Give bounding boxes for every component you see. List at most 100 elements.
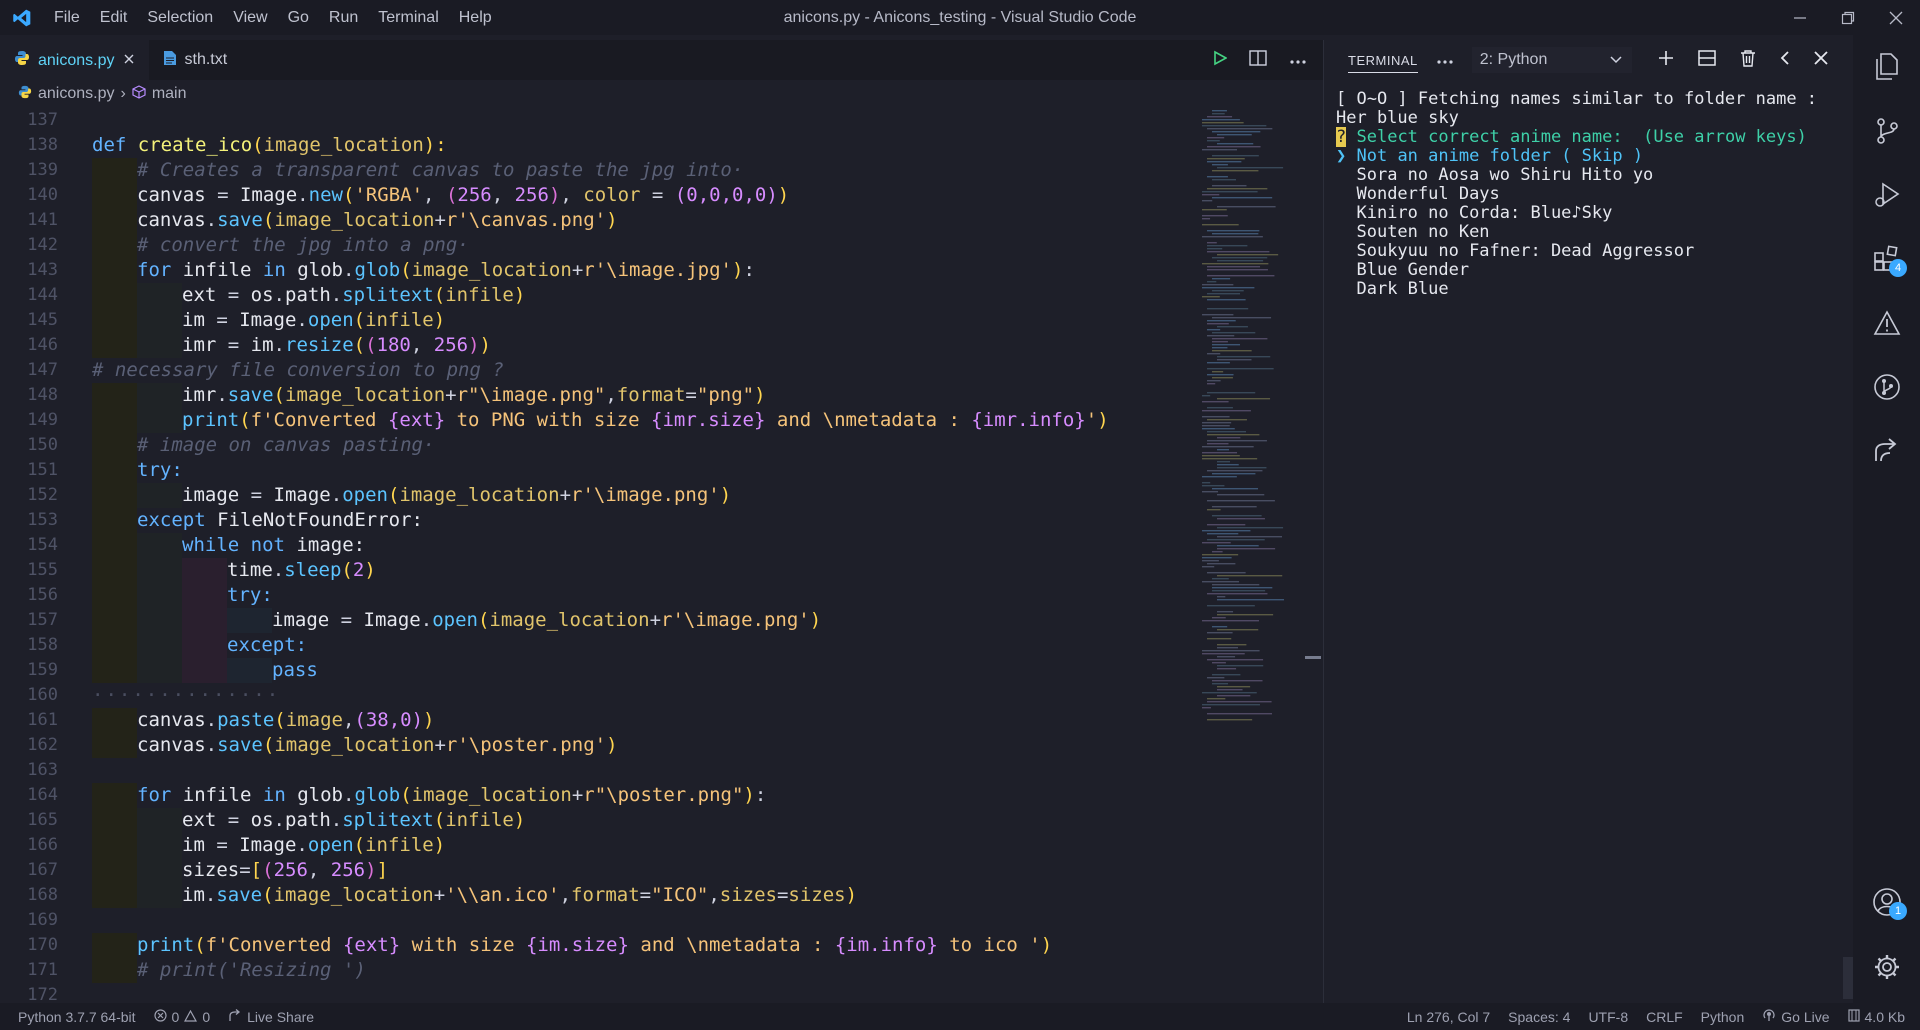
code-line-170: print(f'Converted {ext} with size {im.si… (92, 933, 1192, 958)
end-of-line[interactable]: CRLF (1637, 1009, 1692, 1025)
minimap-line (1207, 137, 1225, 139)
terminal-option[interactable]: Blue Gender (1336, 261, 1841, 280)
terminal-select[interactable]: 2: Python (1471, 47, 1632, 73)
terminal-option[interactable]: Kiniro no Corda: Blue♪Sky (1336, 204, 1841, 223)
minimap-line (1212, 233, 1259, 235)
warning-icon (184, 1009, 198, 1025)
minimap-line (1207, 593, 1268, 595)
explorer-icon[interactable] (1853, 43, 1920, 91)
minimap-line (1202, 125, 1267, 127)
tab-sth-txt[interactable]: sth.txt (149, 40, 242, 80)
live-share-icon[interactable] (1853, 427, 1920, 475)
run-debug-icon[interactable] (1853, 171, 1920, 219)
file-size: 4.0 Kb (1839, 1009, 1914, 1025)
terminal-option-selected[interactable]: Not an anime folder ( Skip ) (1357, 146, 1644, 166)
close-window-button[interactable] (1872, 0, 1920, 35)
run-icon[interactable] (1213, 50, 1228, 70)
extensions-icon[interactable]: 4 (1853, 235, 1920, 283)
minimap-line (1217, 359, 1252, 361)
python-interpreter[interactable]: Python 3.7.7 64-bit (0, 1009, 145, 1025)
terminal-option[interactable]: Dark Blue (1336, 280, 1841, 299)
minimap-line (1217, 599, 1285, 601)
tab-anicons-py[interactable]: anicons.py (0, 40, 149, 80)
restore-button[interactable] (1824, 0, 1872, 35)
line-number: 147 (27, 360, 58, 380)
minimap-line (1212, 185, 1247, 187)
minimap-line (1202, 284, 1234, 286)
code-line-147: # necessary file conversion to png ? (92, 359, 504, 381)
menu-edit[interactable]: Edit (90, 0, 138, 35)
warning-count: 0 (202, 1008, 211, 1025)
menu-file[interactable]: File (44, 0, 90, 35)
split-editor-icon[interactable] (1249, 50, 1267, 70)
menu-selection[interactable]: Selection (137, 0, 223, 35)
minimap-line (1207, 431, 1246, 433)
minimap-line (1207, 440, 1267, 442)
close-panel-icon[interactable] (1814, 51, 1828, 69)
minimap-line (1207, 140, 1220, 142)
terminal-option[interactable]: Soukyuu no Fafner: Dead Aggressor (1336, 242, 1841, 261)
tab-terminal[interactable]: TERMINAL (1348, 53, 1418, 73)
minimap-line (1212, 506, 1257, 508)
terminal-option[interactable]: Wonderful Days (1336, 185, 1841, 204)
editor-scroll-indicator[interactable] (1305, 656, 1321, 659)
code-editor[interactable]: 137 138 139 140 141 142 143 144 145 146 147 148 149 1… (0, 108, 1323, 1003)
minimap-line (1212, 488, 1259, 490)
minimap[interactable] (1200, 108, 1300, 1003)
more-actions-icon[interactable] (1289, 51, 1307, 69)
breadcrumb-file[interactable]: anicons.py (38, 85, 115, 103)
terminal-pointer: ❯ (1336, 146, 1347, 166)
terminal-line: ? Select correct anime name: (Use arrow … (1336, 127, 1841, 147)
cursor-position[interactable]: Ln 276, Col 7 (1398, 1009, 1499, 1025)
source-control-icon[interactable] (1853, 107, 1920, 155)
live-share-status[interactable]: Live Share (219, 1009, 323, 1025)
terminal-option[interactable]: Sora no Aosa wo Shiru Hito yo (1336, 166, 1841, 185)
minimap-line (1212, 590, 1266, 592)
minimap-line (1217, 254, 1279, 256)
line-number: 157 (27, 610, 58, 630)
terminal-option[interactable]: Souten no Ken (1336, 223, 1841, 242)
accounts-icon[interactable]: 1 (1853, 878, 1920, 926)
minimap-line (1217, 467, 1267, 469)
minimap-line (1207, 251, 1270, 253)
breadcrumb-symbol[interactable]: main (152, 85, 187, 103)
terminal-more-icon[interactable] (1436, 52, 1454, 69)
code-line-148: imr.save(image_location+r"\image.png",fo… (92, 383, 1192, 408)
minimap-line (1207, 299, 1246, 301)
git-graph-icon[interactable] (1853, 363, 1920, 411)
menu-go[interactable]: Go (278, 0, 319, 35)
menu-view[interactable]: View (223, 0, 277, 35)
minimap-line (1202, 122, 1244, 124)
go-live-button[interactable]: Go Live (1753, 1008, 1838, 1025)
split-terminal-icon[interactable] (1697, 50, 1716, 70)
terminal-output[interactable]: [ O~O ] Fetching names similar to folder… (1324, 80, 1853, 299)
gear-icon[interactable] (1853, 943, 1920, 991)
close-tab-icon[interactable] (123, 52, 135, 70)
problems-icon[interactable] (1853, 299, 1920, 347)
new-terminal-icon[interactable] (1658, 50, 1674, 70)
terminal-line: ❯ Not an anime folder ( Skip ) (1336, 147, 1841, 166)
minimap-line (1202, 224, 1239, 226)
menu-run[interactable]: Run (319, 0, 368, 35)
minimap-line (1217, 260, 1264, 262)
encoding[interactable]: UTF-8 (1579, 1009, 1637, 1025)
line-number: 168 (27, 885, 58, 905)
minimap-line (1202, 650, 1260, 652)
indentation[interactable]: Spaces: 4 (1499, 1009, 1579, 1025)
minimap-line (1207, 269, 1268, 271)
language-mode[interactable]: Python (1692, 1009, 1754, 1025)
file-icon (163, 50, 177, 71)
menu-help[interactable]: Help (449, 0, 502, 35)
terminal-scrollbar[interactable] (1843, 957, 1853, 999)
chevron-left-icon[interactable] (1780, 50, 1790, 70)
trash-icon[interactable] (1740, 49, 1756, 71)
problems-status[interactable]: 0 0 (145, 1009, 220, 1025)
minimap-line (1212, 473, 1256, 475)
minimize-button[interactable] (1776, 0, 1824, 35)
menu-terminal[interactable]: Terminal (368, 0, 448, 35)
minimap-line (1207, 434, 1260, 436)
line-number: 139 (27, 160, 58, 180)
code-lines[interactable]: def create_ico(image_location): # Create… (92, 108, 1192, 1003)
minimap-line (1207, 659, 1264, 661)
